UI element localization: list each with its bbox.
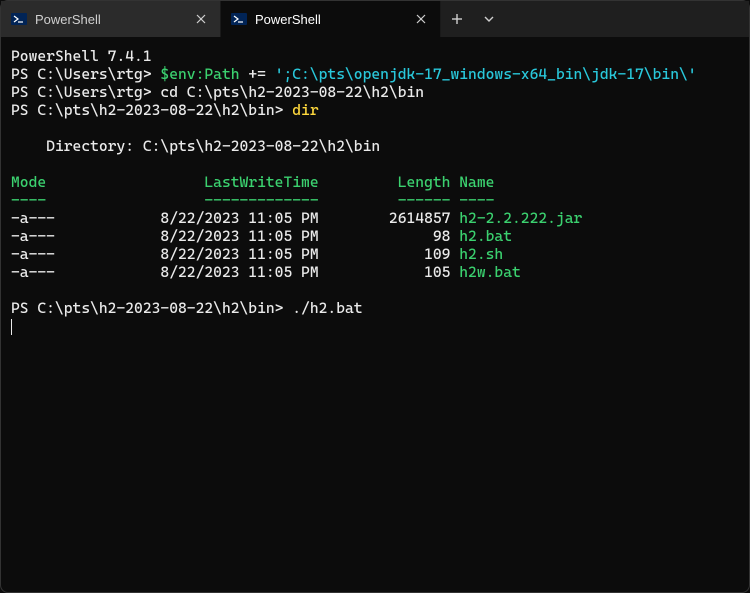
tab-powershell-2[interactable]: PowerShell [221,1,441,37]
cmd: dir [292,101,318,119]
cmd: ./h2.bat [292,299,362,317]
tab-dropdown-button[interactable] [473,1,505,37]
tab-title: PowerShell [255,12,404,27]
table-row: -a--- 8/22/2023 11:05 PM 2614857 [11,209,459,227]
dir-rows: -a--- 8/22/2023 11:05 PM 2614857 h2-2.2.… [11,209,582,281]
powershell-icon [231,11,247,27]
cursor [11,319,12,335]
col-name: Name [459,173,494,191]
prompt: PS C:\pts\h2-2023-08-22\h2\bin> [11,299,292,317]
table-row: -a--- 8/22/2023 11:05 PM 105 [11,263,459,281]
close-icon[interactable] [192,10,210,28]
directory-line: Directory: C:\pts\h2-2023-08-22\h2\bin [11,137,380,155]
close-icon[interactable] [412,10,430,28]
col-length: Length [319,173,451,191]
title-bar: PowerShell PowerShell [1,1,749,37]
terminal-output[interactable]: PowerShell 7.4.1 PS C:\Users\rtg> $env:P… [1,37,749,345]
col-lastwrite: ------------- [125,191,318,209]
cmd-string: ';C:\pts\openjdk-17_windows-x64_bin\jdk-… [275,65,697,83]
prompt: PS C:\Users\rtg> [11,83,160,101]
dir-underline-row: ---- ------------- ------ ---- [11,191,494,209]
tab-title: PowerShell [35,12,184,27]
prompt: PS C:\Users\rtg> [11,65,160,83]
version-line: PowerShell 7.4.1 [11,47,152,65]
table-row: -a--- 8/22/2023 11:05 PM 109 [11,245,459,263]
cmd-var: $env:Path [160,65,239,83]
col-mode: ---- [11,191,125,209]
powershell-icon [11,11,27,27]
file-name: h2.bat [459,227,512,245]
cmd-op: += [240,65,275,83]
table-row: -a--- 8/22/2023 11:05 PM 98 [11,227,459,245]
cmd: cd C:\pts\h2-2023-08-22\h2\bin [160,83,424,101]
col-length: ------ [319,191,451,209]
prompt: PS C:\pts\h2-2023-08-22\h2\bin> [11,101,292,119]
new-tab-button[interactable] [441,1,473,37]
col-mode: Mode [11,173,125,191]
col-name: ---- [459,191,494,209]
dir-header-row: Mode LastWriteTime Length Name [11,173,494,191]
file-name: h2-2.2.222.jar [459,209,582,227]
tab-powershell-1[interactable]: PowerShell [1,1,221,37]
col-lastwrite: LastWriteTime [125,173,318,191]
file-name: h2.sh [459,245,503,263]
file-name: h2w.bat [459,263,521,281]
